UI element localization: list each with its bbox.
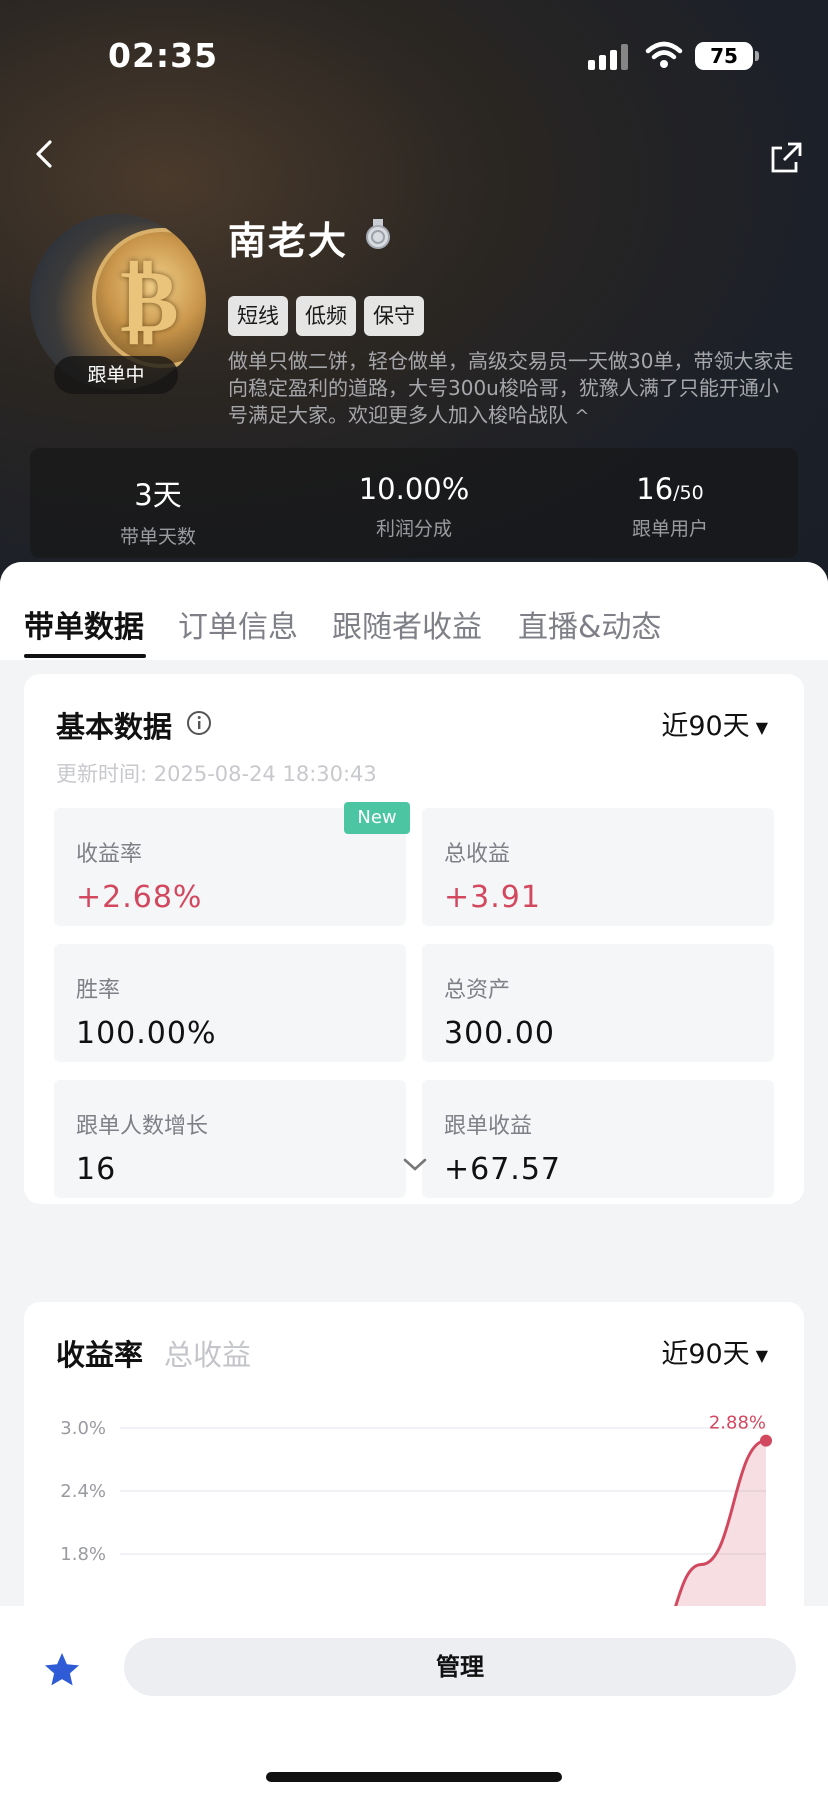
back-arrow-icon[interactable] xyxy=(28,136,64,172)
stat-followers: 16/50 跟单用户 xyxy=(542,448,798,558)
trader-stats: 3天 带单天数 10.00% 利润分成 16/50 跟单用户 xyxy=(30,448,798,558)
manage-button[interactable]: 管理 xyxy=(124,1638,796,1696)
expand-chevron-icon[interactable] xyxy=(402,1156,428,1174)
new-badge: New xyxy=(344,802,410,834)
stat-label: 利润分成 xyxy=(375,518,452,540)
metric-value: 300.00 xyxy=(444,1016,555,1051)
tag-conservative: 保守 xyxy=(364,296,424,336)
stat-value: 10.00% xyxy=(358,472,470,506)
profile-header: 02:35 75 ₿ 跟单中 南老大 短线 低频 保守 做单只做二饼，轻仓做单，… xyxy=(0,0,828,600)
tag-low-frequency: 低频 xyxy=(296,296,356,336)
metric-total-earnings: 总收益 +3.91 xyxy=(422,808,774,926)
metric-label: 胜率 xyxy=(76,978,121,1003)
trader-name: 南老大 xyxy=(228,219,349,263)
battery-icon: 75 xyxy=(695,42,759,70)
dropdown-arrow-icon: ▼ xyxy=(755,1346,768,1365)
stat-profit-share: 10.00% 利润分成 xyxy=(286,448,542,558)
info-icon[interactable] xyxy=(186,710,212,736)
metric-label: 跟单人数增长 xyxy=(76,1114,209,1139)
metric-return-rate: 收益率 +2.68% New xyxy=(54,802,410,926)
tab-live-updates[interactable]: 直播&动态 xyxy=(518,602,661,646)
metric-label: 跟单收益 xyxy=(444,1114,533,1139)
metric-total-assets: 总资产 300.00 xyxy=(422,944,774,1062)
wifi-icon xyxy=(645,41,683,68)
trader-bio: 做单只做二饼，轻仓做单，高级交易员一天做30单，带领大家走向稳定盈利的道路，大号… xyxy=(228,348,798,430)
tab-lead-data[interactable]: 带单数据 xyxy=(24,602,144,646)
home-indicator xyxy=(266,1772,562,1782)
metric-value: 100.00% xyxy=(76,1016,217,1051)
active-tab-indicator xyxy=(24,654,146,658)
stat-label: 跟单用户 xyxy=(631,518,708,540)
dropdown-arrow-icon: ▼ xyxy=(755,718,768,737)
update-time: 更新时间: 2025-08-24 18:30:43 xyxy=(56,762,377,786)
bottom-action-bar: 管理 xyxy=(0,1606,828,1795)
trader-tags: 短线 低频 保守 xyxy=(228,296,424,336)
stat-lead-days: 3天 带单天数 xyxy=(30,448,286,558)
share-icon[interactable] xyxy=(768,140,804,176)
cellular-signal-icon xyxy=(588,44,630,70)
collapse-bio-icon[interactable]: ^ xyxy=(574,406,589,427)
tag-short-term: 短线 xyxy=(228,296,288,336)
chart-ytick-label: 2.4% xyxy=(60,1481,106,1502)
stat-value: 3天 xyxy=(134,478,182,512)
chart-last-point xyxy=(760,1434,772,1447)
metric-value: +67.57 xyxy=(444,1152,562,1187)
basic-data-card: 基本数据 近90天 ▼ 更新时间: 2025-08-24 18:30:43 收益率… xyxy=(24,674,804,1204)
time-range-select[interactable]: 近90天 ▼ xyxy=(661,704,768,743)
metric-win-rate: 胜率 100.00% xyxy=(54,944,406,1062)
tab-order-info[interactable]: 订单信息 xyxy=(178,602,298,646)
stat-label: 带单天数 xyxy=(119,526,196,548)
metric-value: 16 xyxy=(76,1152,117,1187)
metric-value: +2.68% xyxy=(76,880,203,915)
chart-time-range-select[interactable]: 近90天 ▼ xyxy=(661,1332,768,1371)
chart-ytick-label: 1.8% xyxy=(60,1544,106,1565)
metric-label: 总收益 xyxy=(444,842,511,867)
medal-icon xyxy=(366,219,390,249)
stat-value: 16/50 xyxy=(636,472,704,506)
chart-ytick-label: 3.0% xyxy=(60,1418,106,1439)
bitcoin-symbol-icon: ₿ xyxy=(120,248,179,352)
metric-label: 总资产 xyxy=(444,978,511,1003)
following-status-badge: 跟单中 xyxy=(54,356,178,394)
tab-follower-earnings[interactable]: 跟随者收益 xyxy=(332,602,482,646)
chart-tab-total-earnings[interactable]: 总收益 xyxy=(164,1332,251,1374)
earnings-chart-card: 3.0% 2.4% 1.8% 2.88% 收益率 总收益 近90天 ▼ xyxy=(24,1302,804,1642)
metric-follower-growth: 跟单人数增长 16 xyxy=(54,1080,406,1198)
metric-label: 收益率 xyxy=(76,842,143,867)
bio-text: 做单只做二饼，轻仓做单，高级交易员一天做30单，带领大家走向稳定盈利的道路，大号… xyxy=(228,349,794,427)
status-time: 02:35 xyxy=(108,36,219,75)
tab-bar: 带单数据 订单信息 跟随者收益 直播&动态 xyxy=(0,562,828,660)
metric-value: +3.91 xyxy=(444,880,541,915)
basic-data-title: 基本数据 xyxy=(56,710,173,744)
chart-tab-return-rate[interactable]: 收益率 xyxy=(56,1332,143,1374)
chart-data-label: 2.88% xyxy=(709,1413,766,1434)
metric-follower-earnings: 跟单收益 +67.57 xyxy=(422,1080,774,1198)
star-favorite-icon[interactable] xyxy=(42,1650,82,1690)
status-bar: 02:35 75 xyxy=(0,0,828,110)
